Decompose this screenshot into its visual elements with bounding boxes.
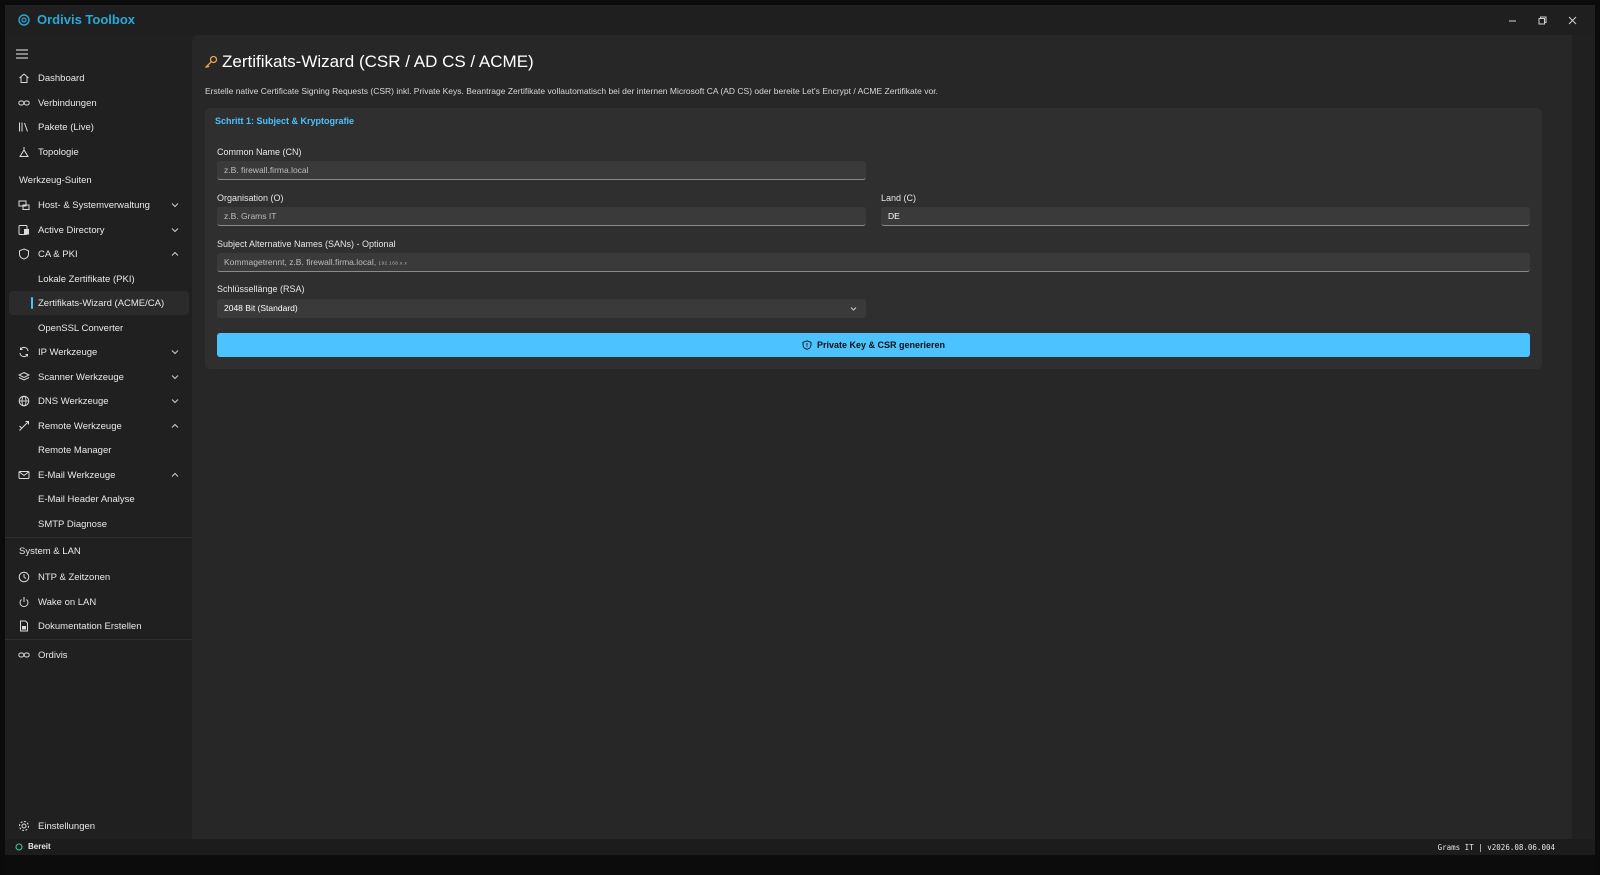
generate-csr-button[interactable]: Private Key & CSR generieren	[217, 333, 1530, 357]
sidebar-item-dashboard[interactable]: Dashboard	[9, 66, 189, 90]
sidebar-divider	[5, 639, 192, 640]
title-bar: Ordivis Toolbox	[5, 5, 1595, 35]
org-input[interactable]: z.B. Grams IT	[217, 207, 866, 226]
country-input[interactable]: DE	[881, 207, 1530, 226]
sidebar-item-email-werkzeuge[interactable]: E-Mail Werkzeuge	[9, 463, 189, 487]
app-title: Ordivis Toolbox	[37, 12, 135, 27]
generate-csr-label: Private Key & CSR generieren	[816, 340, 946, 350]
link-icon	[18, 97, 30, 109]
key-length-value: 2048 Bit (Standard)	[224, 303, 298, 313]
minimize-button[interactable]	[1497, 9, 1527, 31]
close-button[interactable]	[1557, 9, 1587, 31]
sidebar-item-lokale-zertifikate[interactable]: Lokale Zertifikate (PKI)	[9, 267, 189, 291]
globe-icon	[18, 395, 30, 407]
minimize-icon	[1508, 20, 1516, 21]
home-icon	[18, 72, 30, 84]
maximize-button[interactable]	[1527, 9, 1557, 31]
bottom-strip	[5, 855, 1595, 875]
sidebar-item-active-directory[interactable]: Active Directory	[9, 218, 189, 242]
sidebar-item-dokumentation[interactable]: Dokumentation Erstellen	[9, 614, 189, 638]
san-placeholder-tail: 192.168.x.x	[378, 260, 408, 266]
chevron-down-icon	[171, 228, 179, 233]
country-label: Land (C)	[881, 193, 917, 203]
remote-icon	[18, 420, 30, 432]
sidebar-divider	[5, 537, 192, 538]
window-controls	[1497, 9, 1587, 31]
sidebar-item-host-systemverwaltung[interactable]: Host- & Systemverwaltung	[9, 193, 189, 217]
sidebar-item-einstellungen[interactable]: Einstellungen	[9, 814, 189, 838]
gear-icon	[18, 820, 30, 832]
sidebar-item-smtp-diagnose[interactable]: SMTP Diagnose	[9, 512, 189, 536]
sidebar-item-email-header-analyse[interactable]: E-Mail Header Analyse	[9, 487, 189, 511]
layers-icon	[18, 371, 30, 383]
san-placeholder: Kommagetrennt, z.B. firewall.firma.local…	[224, 257, 377, 267]
san-input[interactable]: Kommagetrennt, z.B. firewall.firma.local…	[217, 253, 1530, 272]
library-icon	[18, 121, 30, 133]
mail-icon	[18, 469, 30, 481]
sidebar-item-ip-werkzeuge[interactable]: IP Werkzeuge	[9, 340, 189, 364]
status-ok-icon	[15, 842, 23, 851]
section-system-lan: System & LAN	[19, 546, 81, 557]
power-icon	[18, 596, 30, 608]
chevron-down-icon	[171, 350, 179, 355]
refresh-icon	[18, 346, 30, 358]
sidebar-item-remote-manager[interactable]: Remote Manager	[9, 438, 189, 462]
sidebar-item-wake-on-lan[interactable]: Wake on LAN	[9, 590, 189, 614]
main-content: Zertifikats-Wizard (CSR / AD CS / ACME) …	[192, 35, 1572, 841]
hamburger-menu-icon[interactable]	[15, 47, 31, 61]
clock-icon	[18, 571, 30, 583]
sidebar-item-ntp-zeitzonen[interactable]: NTP & Zeitzonen	[9, 565, 189, 589]
restore-icon	[1538, 16, 1546, 24]
chevron-down-icon	[171, 203, 179, 208]
sidebar-item-remote-werkzeuge[interactable]: Remote Werkzeuge	[9, 414, 189, 438]
sidebar: Dashboard Verbindungen Pakete (Live) Top…	[5, 35, 192, 855]
sidebar-item-topologie[interactable]: Topologie	[9, 140, 189, 164]
sidebar-item-openssl-converter[interactable]: OpenSSL Converter	[9, 316, 189, 340]
sidebar-item-dns-werkzeuge[interactable]: DNS Werkzeuge	[9, 389, 189, 413]
link-icon	[18, 649, 30, 661]
status-indicator: Bereit	[15, 842, 51, 851]
shield-icon	[18, 248, 30, 260]
san-label: Subject Alternative Names (SANs) - Optio…	[217, 239, 396, 249]
sidebar-item-scanner-werkzeuge[interactable]: Scanner Werkzeuge	[9, 365, 189, 389]
status-bar: Bereit Grams IT | v2026.08.06.004	[5, 839, 1595, 855]
sidebar-item-verbindungen[interactable]: Verbindungen	[9, 91, 189, 115]
page-title: Zertifikats-Wizard (CSR / AD CS / ACME)	[222, 52, 534, 71]
version-label: Grams IT | v2026.08.06.004	[1437, 843, 1555, 852]
app-logo-icon	[18, 14, 30, 26]
cn-input[interactable]: z.B. firewall.firma.local	[217, 161, 866, 180]
sidebar-item-ordivis[interactable]: Ordivis	[9, 643, 189, 667]
app-window: Ordivis Toolbox Dashboard Verbindungen P…	[5, 5, 1595, 875]
chevron-down-icon	[171, 375, 179, 380]
csr-form-card: Schritt 1: Subject & Kryptografie Common…	[205, 108, 1542, 369]
chevron-up-icon	[171, 423, 179, 428]
status-text: Bereit	[28, 842, 51, 851]
chevron-up-icon	[171, 251, 179, 256]
close-icon	[1568, 16, 1576, 24]
cn-label: Common Name (CN)	[217, 147, 302, 157]
shield-alert-icon	[802, 340, 812, 350]
key-icon	[205, 55, 218, 68]
topology-icon	[18, 146, 30, 158]
section-werkzeug-suiten: Werkzeug-Suiten	[19, 175, 92, 186]
document-icon	[18, 620, 30, 632]
page-header: Zertifikats-Wizard (CSR / AD CS / ACME)	[204, 52, 534, 72]
chevron-up-icon	[171, 472, 179, 477]
chevron-down-icon	[850, 307, 857, 311]
key-length-select[interactable]: 2048 Bit (Standard)	[217, 299, 866, 318]
org-label: Organisation (O)	[217, 193, 284, 203]
sidebar-item-zertifikats-wizard[interactable]: Zertifikats-Wizard (ACME/CA)	[9, 291, 189, 315]
sidebar-item-ca-pki[interactable]: CA & PKI	[9, 242, 189, 266]
host-icon	[18, 199, 30, 211]
key-length-label: Schlüssellänge (RSA)	[217, 284, 305, 294]
step-title: Schritt 1: Subject & Kryptografie	[215, 116, 355, 126]
chevron-down-icon	[171, 399, 179, 404]
directory-icon	[18, 224, 30, 236]
page-description: Erstelle native Certificate Signing Requ…	[205, 86, 938, 96]
sidebar-item-pakete[interactable]: Pakete (Live)	[9, 115, 189, 139]
